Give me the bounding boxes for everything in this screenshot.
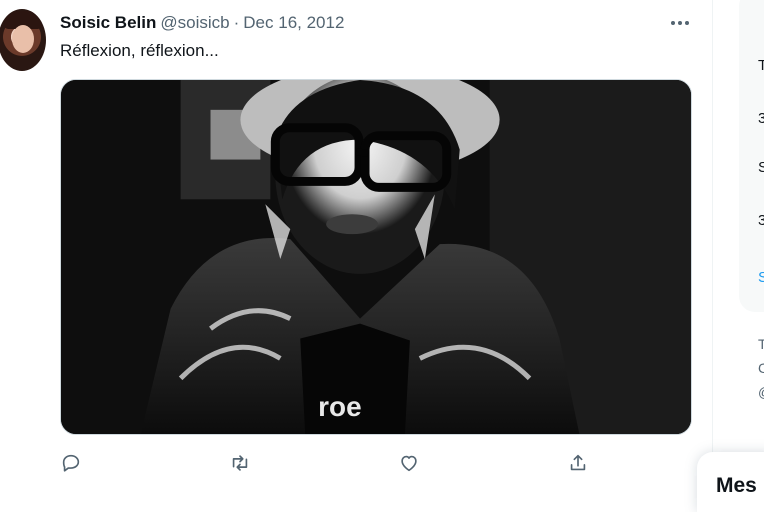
- sidebar-trend-fragment[interactable]: 3: [758, 212, 764, 229]
- retweet-icon: [232, 455, 248, 471]
- share-upload-icon: [570, 454, 586, 471]
- svg-text:roe: roe: [318, 391, 361, 422]
- timeline: Soisic Belin @soisicb · Dec 16, 2012 Réf…: [0, 0, 713, 488]
- show-more-link-fragment[interactable]: S: [758, 269, 764, 286]
- tweet-header: Soisic Belin @soisicb · Dec 16, 2012: [60, 12, 344, 34]
- right-sidebar: [713, 0, 764, 488]
- reply-button[interactable]: [60, 452, 84, 476]
- footer-link-fragment[interactable]: T: [758, 336, 764, 352]
- display-name[interactable]: Soisic Belin: [60, 13, 156, 33]
- share-button[interactable]: [567, 452, 591, 476]
- messages-drawer[interactable]: Mes: [697, 452, 764, 512]
- like-button[interactable]: [398, 452, 422, 476]
- header-separator: ·: [233, 13, 240, 32]
- footer-link-fragment[interactable]: C: [758, 360, 764, 376]
- sidebar-trend-fragment[interactable]: S: [758, 159, 764, 176]
- tweet-actions: [60, 452, 600, 476]
- user-handle[interactable]: @soisicb: [160, 13, 229, 33]
- photo-image: roe: [61, 80, 691, 434]
- more-horizontal-icon: [671, 21, 689, 25]
- tweet-date[interactable]: Dec 16, 2012: [243, 13, 344, 33]
- tweet-photo[interactable]: roe: [60, 79, 692, 435]
- sidebar-trend-fragment[interactable]: T: [758, 57, 764, 74]
- more-options-button[interactable]: [669, 14, 691, 32]
- tweet-text: Réflexion, réflexion...: [60, 41, 219, 60]
- tweet[interactable]: Soisic Belin @soisicb · Dec 16, 2012 Réf…: [0, 0, 712, 488]
- reply-bubble-icon: [62, 454, 80, 472]
- heart-icon: [401, 455, 417, 472]
- sidebar-trend-fragment[interactable]: 3: [758, 110, 764, 127]
- avatar[interactable]: [0, 9, 46, 71]
- retweet-button[interactable]: [229, 452, 253, 476]
- trends-card: [739, 0, 764, 312]
- footer-link-fragment: @: [758, 384, 764, 400]
- messages-drawer-title: Mes: [716, 474, 757, 497]
- avatar-face: [12, 25, 34, 53]
